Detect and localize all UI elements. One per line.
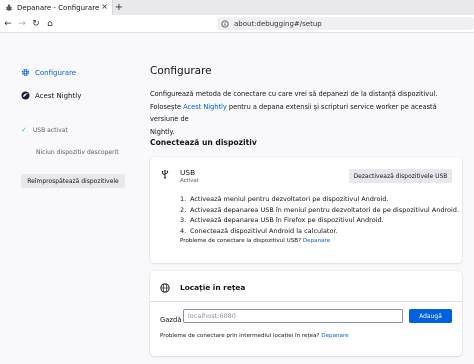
check-icon: ✓ (21, 126, 27, 134)
divider (150, 301, 462, 302)
list-item: 2. Activează depanarea USB în meniul pent… (180, 205, 459, 214)
usb-status: ✓ USB activat (21, 126, 68, 134)
usb-help-text: Probleme de conectare la dispozitivul US… (180, 238, 303, 244)
intro-text-pre: Folosește (150, 102, 184, 111)
back-icon[interactable]: ← (2, 17, 14, 31)
network-troubleshoot-link[interactable]: Depanare (321, 333, 348, 339)
intro-line: Folosește Acest Nightly pentru a depana … (150, 101, 462, 126)
no-device-message: Niciun dispozitiv descoperit (36, 149, 119, 156)
reload-icon[interactable]: ↻ (30, 17, 42, 31)
page-info-icon (221, 19, 229, 28)
page-title: Configurare (150, 65, 212, 77)
list-item: 4. Conectează dispozitivul Android la cal… (180, 226, 338, 235)
usb-status-text: USB activat (32, 126, 68, 134)
intro-line: Nightly. (150, 127, 175, 136)
add-host-button[interactable]: Adaugă (409, 309, 452, 323)
tab-title: Depanare - Configurare (17, 3, 100, 12)
main-content: Configurare Configurează metoda de conec… (150, 34, 462, 364)
list-item: 1. Activează meniul pentru dezvoltatori p… (180, 195, 389, 203)
intro-text: Configurează metoda de conectare cu care… (150, 88, 462, 138)
refresh-devices-button[interactable]: Reîmprospătează dispozitivele (21, 174, 125, 188)
usb-help: Probleme de conectare la dispozitivul US… (180, 238, 330, 244)
usb-name: USB (180, 168, 196, 177)
nav-bar: ← → ↻ ⌂ about:debugging#/setup (0, 15, 474, 33)
nightly-icon (21, 91, 30, 100)
globe-icon (160, 283, 170, 293)
sidebar-item-setup[interactable]: Configurare (21, 68, 76, 77)
home-icon[interactable]: ⌂ (44, 17, 56, 31)
usb-steps-list: 1. Activează meniul pentru dezvoltatori p… (180, 194, 459, 236)
network-title: Locație în rețea (180, 283, 246, 292)
tab-debugging[interactable]: Depanare - Configurare × (0, 0, 113, 15)
disable-usb-button[interactable]: Dezactivează dispozitivele USB (349, 169, 452, 183)
sidebar-item-label: Configurare (35, 68, 77, 77)
url-text: about:debugging#/setup (234, 19, 322, 28)
network-help-text: Probleme de conectare prin intermediul l… (160, 333, 322, 339)
host-input[interactable] (183, 309, 403, 323)
sidebar-item-label: Acest Nightly (35, 91, 82, 100)
list-item: 3. Activează depanarea USB în Firefox pe … (180, 216, 384, 224)
forward-icon[interactable]: → (16, 17, 28, 31)
network-card: Locație în rețea Gazdă Adaugă Probleme d… (150, 271, 462, 356)
debug-favicon-icon (5, 3, 13, 11)
this-nightly-link[interactable]: Acest Nightly (183, 103, 227, 111)
tab-bar: Depanare - Configurare × + (0, 0, 474, 15)
connect-device-heading: Conectează un dispozitiv (150, 138, 257, 147)
url-bar[interactable]: about:debugging#/setup (217, 17, 474, 30)
tab-close-icon[interactable]: × (101, 3, 108, 11)
usb-troubleshoot-link[interactable]: Depanare (303, 238, 330, 244)
new-tab-button[interactable]: + (113, 0, 125, 15)
usb-status-label: Activat (180, 178, 199, 184)
gear-icon (21, 68, 30, 77)
usb-card: USB Activat Dezactivează dispozitivele U… (150, 157, 462, 263)
sidebar-item-this-nightly[interactable]: Acest Nightly (21, 91, 81, 100)
sidebar: Configurare Acest Nightly ✓ USB activat … (0, 34, 136, 364)
intro-line: Configurează metoda de conectare cu care… (150, 90, 438, 98)
usb-icon (161, 169, 169, 179)
host-label: Gazdă (160, 316, 182, 324)
network-help: Probleme de conectare prin intermediul l… (160, 333, 349, 339)
